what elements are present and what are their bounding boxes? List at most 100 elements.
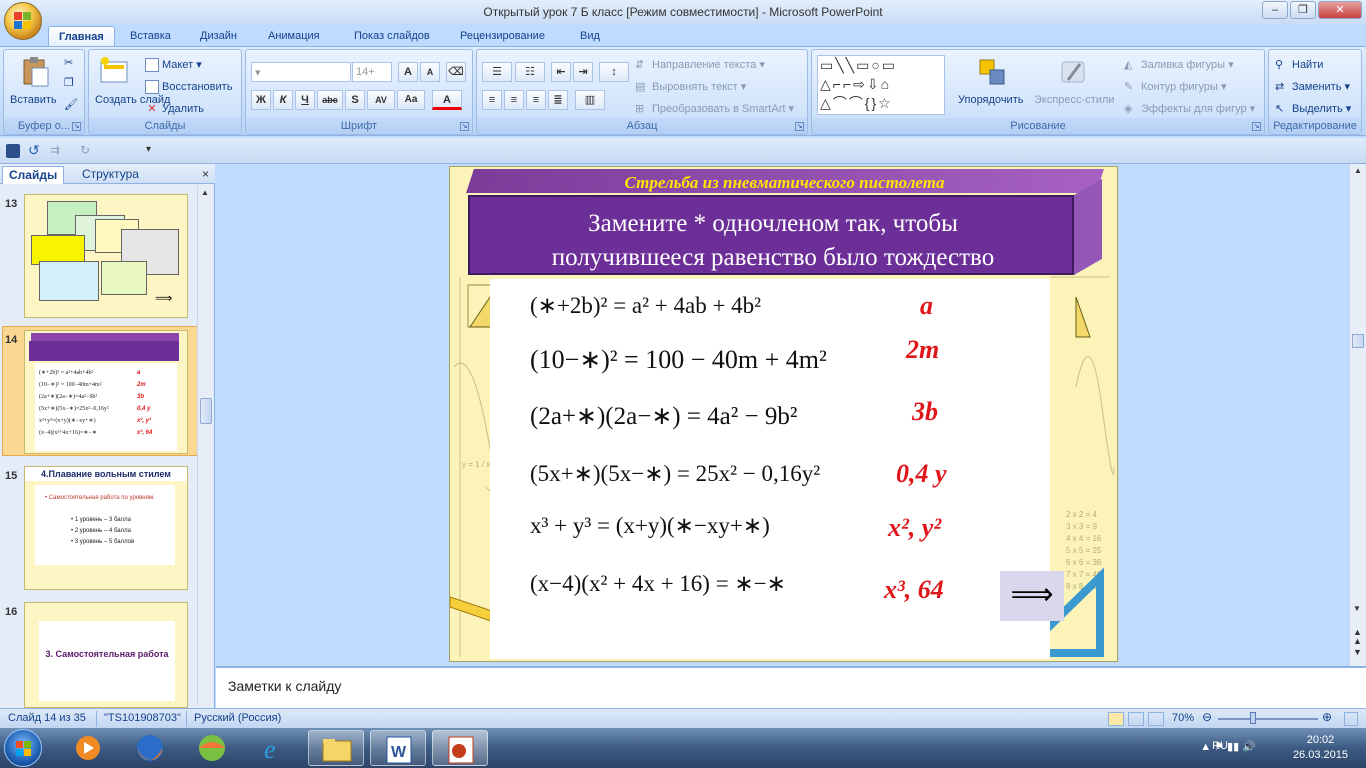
layout-button[interactable]: Макет ▾ [145, 58, 202, 73]
ie-taskbar-icon[interactable]: e [246, 730, 302, 766]
justify-icon[interactable]: ≣ [548, 90, 568, 110]
replace-button[interactable]: ⇄ Заменить ▾ [1275, 80, 1350, 94]
explorer-taskbar-icon[interactable] [308, 730, 364, 766]
scroll-thumb[interactable] [200, 398, 212, 424]
tab-outline[interactable]: Структура [76, 166, 145, 184]
slide-thumbnail-13[interactable]: ⟹ [24, 194, 188, 318]
normal-view-icon[interactable] [1108, 712, 1124, 726]
slide-thumbnail-16[interactable]: 3. Самостоятельная работа [24, 602, 188, 708]
repeat-icon[interactable]: ⇉ [50, 144, 64, 158]
bold-button[interactable]: Ж [251, 90, 271, 110]
app-taskbar-icon[interactable] [184, 730, 240, 766]
find-button[interactable]: ⚲ Найти [1275, 58, 1323, 72]
clipboard-launcher-icon[interactable]: ↘ [72, 122, 81, 131]
customize-qat-icon[interactable]: ▾ [146, 144, 160, 158]
tab-review[interactable]: Рецензирование [450, 26, 555, 46]
fit-slide-icon[interactable] [1344, 712, 1358, 726]
font-launcher-icon[interactable]: ↘ [460, 122, 469, 131]
tab-slideshow[interactable]: Показ слайдов [344, 26, 440, 46]
format-painter-icon[interactable]: 🖌 [64, 98, 78, 111]
grow-font-button[interactable]: A [398, 62, 418, 82]
tab-design[interactable]: Дизайн [190, 26, 247, 46]
line-spacing-icon[interactable]: ↕ [599, 62, 629, 82]
cut-icon[interactable]: ✂ [64, 56, 73, 69]
align-left-icon[interactable]: ≡ [482, 90, 502, 110]
slides-pane-scrollbar[interactable]: ▲ [197, 186, 213, 706]
minimize-button[interactable]: – [1262, 1, 1288, 19]
shapes-gallery[interactable]: ▭╲╲▭○▭ △⌐⌐⇨⇩⌂ △⌒⌒{}☆ [817, 55, 945, 115]
delete-button[interactable]: ✕ Удалить [145, 102, 204, 116]
shape-outline-button[interactable]: ✎ Контур фигуры ▾ [1124, 80, 1227, 94]
font-name-input[interactable]: ▾ [251, 62, 351, 82]
select-button[interactable]: ↖ Выделить ▾ [1275, 102, 1351, 116]
zoom-slider[interactable] [1218, 718, 1318, 720]
scroll-down-icon[interactable]: ▼ [1353, 604, 1361, 613]
zoom-level[interactable]: 70% [1172, 712, 1194, 724]
shrink-font-button[interactable]: A [420, 62, 440, 82]
paste-button[interactable]: Вставить [10, 94, 57, 106]
font-size-input[interactable]: 14+ [352, 62, 392, 82]
tab-home[interactable]: Главная [48, 26, 115, 46]
font-color-button[interactable]: A [432, 90, 462, 110]
paragraph-launcher-icon[interactable]: ↘ [795, 122, 804, 131]
firefox-taskbar-icon[interactable] [122, 730, 178, 766]
zoom-out-icon[interactable]: ⊖ [1202, 710, 1212, 724]
zoom-in-icon[interactable]: ⊕ [1322, 710, 1332, 724]
slide-thumbnail-14[interactable]: (∗+2b)² = a²+4ab+4b² (10−∗)² = 100−40m+4m… [24, 330, 188, 454]
text-direction-button[interactable]: ⇵ Направление текста ▾ [635, 58, 765, 72]
underline-button[interactable]: Ч [295, 90, 315, 110]
start-button[interactable] [4, 729, 42, 767]
slide-thumbnail-15[interactable]: 4.Плавание вольным стилем • Самостоятель… [24, 466, 188, 590]
change-case-button[interactable]: Aa [397, 90, 425, 110]
language-indicator[interactable]: Русский (Россия) [194, 712, 281, 724]
slide-sorter-icon[interactable] [1128, 712, 1144, 726]
drawing-launcher-icon[interactable]: ↘ [1252, 122, 1261, 131]
tab-slides[interactable]: Слайды [2, 166, 65, 184]
maximize-button[interactable]: ❐ [1290, 1, 1316, 19]
copy-icon[interactable]: ❐ [64, 76, 74, 89]
powerpoint-taskbar-icon[interactable] [432, 730, 488, 766]
next-slide-arrow-button[interactable]: ⟹ [1000, 571, 1064, 621]
reset-button[interactable]: Восстановить [145, 80, 232, 94]
slideshow-icon[interactable] [1148, 712, 1164, 726]
bullets-icon[interactable]: ☰ [482, 62, 512, 82]
word-taskbar-icon[interactable]: W [370, 730, 426, 766]
redo-icon[interactable]: ↻ [80, 144, 94, 158]
editor-scrollbar[interactable]: ▲ ▼ ▲ ▲ ▼ [1349, 164, 1366, 666]
tab-view[interactable]: Вид [570, 26, 610, 46]
clear-format-icon[interactable]: ⌫ [446, 62, 466, 82]
decrease-indent-icon[interactable]: ⇤ [551, 62, 571, 82]
scroll-up-icon[interactable]: ▲ [201, 188, 209, 197]
italic-button[interactable]: К [273, 90, 293, 110]
align-center-icon[interactable]: ≡ [504, 90, 524, 110]
system-clock[interactable]: 20:02 26.03.2015 [1293, 733, 1348, 763]
shadow-button[interactable]: S [345, 90, 365, 110]
notes-pane[interactable]: Заметки к слайду [216, 666, 1366, 708]
media-player-taskbar-icon[interactable] [60, 730, 116, 766]
increase-indent-icon[interactable]: ⇥ [573, 62, 593, 82]
align-right-icon[interactable]: ≡ [526, 90, 546, 110]
shape-effects-button[interactable]: ◈ Эффекты для фигур ▾ [1124, 102, 1255, 116]
arrange-button[interactable]: Упорядочить [958, 94, 1023, 106]
save-icon[interactable] [6, 144, 20, 158]
previous-slide-icon[interactable]: ▲ ▲ [1353, 628, 1362, 646]
close-pane-icon[interactable]: × [202, 167, 209, 181]
office-button[interactable] [4, 2, 42, 40]
columns-icon[interactable]: ▥ [575, 90, 605, 110]
next-slide-icon[interactable]: ▼ [1353, 648, 1362, 657]
undo-icon[interactable]: ↺ [28, 143, 42, 158]
align-text-button[interactable]: ▤ Выровнять текст ▾ [635, 80, 746, 94]
scroll-thumb[interactable] [1352, 334, 1364, 348]
smartart-button[interactable]: ⊞ Преобразовать в SmartArt ▾ [635, 102, 794, 116]
tab-animation[interactable]: Анимация [258, 26, 330, 46]
numbering-icon[interactable]: ☷ [515, 62, 545, 82]
tray-icons[interactable]: ▲ ⚑ ▮▮ 🔊 [1200, 740, 1256, 753]
char-spacing-button[interactable]: AV [367, 90, 395, 110]
shape-fill-button[interactable]: ◭ Заливка фигуры ▾ [1124, 58, 1234, 72]
notes-placeholder[interactable]: Заметки к слайду [228, 678, 341, 694]
tab-insert[interactable]: Вставка [120, 26, 181, 46]
quick-styles-button[interactable]: Экспресс-стили [1034, 94, 1114, 106]
strike-button[interactable]: abc [317, 90, 343, 110]
scroll-up-icon[interactable]: ▲ [1354, 166, 1362, 175]
zoom-slider-thumb[interactable] [1250, 712, 1256, 724]
